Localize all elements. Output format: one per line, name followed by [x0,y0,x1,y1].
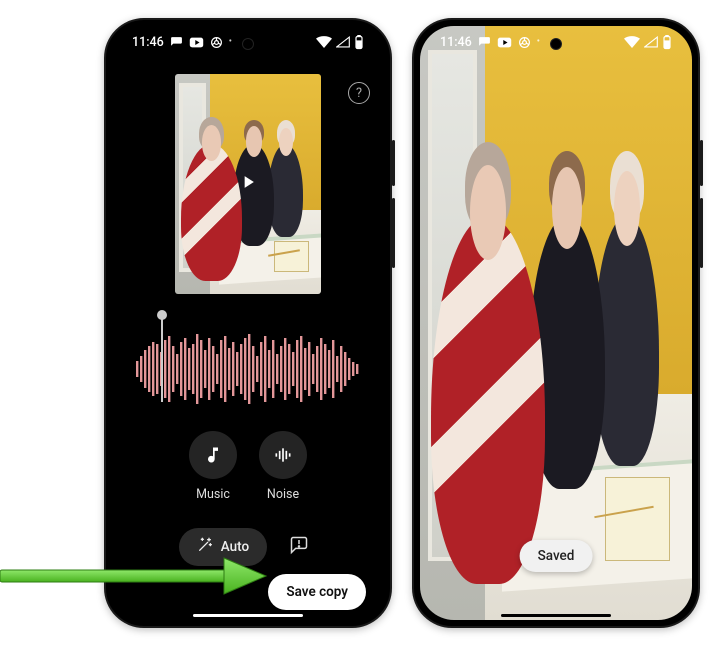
soundwave-icon [259,431,307,479]
saved-toast: Saved [520,540,593,572]
saved-toast-label: Saved [538,548,575,564]
auto-button-label: Auto [221,539,249,555]
feedback-icon [289,535,309,559]
save-copy-label: Save copy [286,584,348,600]
save-row: Save copy [112,574,384,610]
youtube-icon [189,37,204,48]
status-time: 11:46 [132,35,164,50]
music-note-icon [189,431,237,479]
video-preview[interactable] [175,74,321,294]
fullscreen-photo[interactable] [420,26,692,620]
phone-screen-right: 11:46 • Saved [420,26,692,620]
audio-option-music[interactable]: Music [189,431,237,502]
waveform-svg [136,326,360,412]
chat-bubble-icon [170,36,183,49]
wifi-icon [624,36,640,48]
help-icon: ? [356,86,362,101]
status-right [316,35,364,50]
status-left: 11:46 • [440,35,540,50]
audio-waveform[interactable] [136,326,360,412]
dot-icon: • [229,37,232,47]
youtube-icon [497,37,512,48]
chrome-icon [210,36,223,49]
phone-frame-left: 11:46 • ? [104,18,392,628]
signal-icon [644,36,658,48]
phone-screen-left: 11:46 • ? [112,26,384,620]
waveform-scrubber[interactable] [161,316,163,402]
status-time: 11:46 [440,35,472,50]
wand-icon [197,537,213,557]
status-left: 11:46 • [132,35,232,50]
phone-frame-right: 11:46 • Saved [412,18,700,628]
audio-option-noise[interactable]: Noise [259,431,307,502]
battery-icon [354,35,364,50]
camera-hole [242,38,254,50]
camera-hole [550,38,562,50]
two-phone-stage: 11:46 • ? [0,0,720,655]
audio-editor-area: ? [112,26,384,620]
save-copy-button[interactable]: Save copy [268,574,366,610]
audio-option-label: Noise [267,487,299,502]
controls-row: Auto [112,528,384,566]
feedback-button[interactable] [281,529,317,565]
audio-option-label: Music [196,487,230,502]
audio-track-options: Music Noise [112,431,384,502]
play-icon [238,172,258,196]
help-button[interactable]: ? [348,82,370,104]
chat-bubble-icon [478,36,491,49]
home-indicator[interactable] [193,614,303,618]
photo-scene-placeholder [420,26,692,620]
battery-icon [662,35,672,50]
home-indicator[interactable] [501,614,611,618]
signal-icon [336,36,350,48]
auto-button[interactable]: Auto [179,528,267,566]
status-right [624,35,672,50]
wifi-icon [316,36,332,48]
chrome-icon [518,36,531,49]
dot-icon: • [537,37,540,47]
